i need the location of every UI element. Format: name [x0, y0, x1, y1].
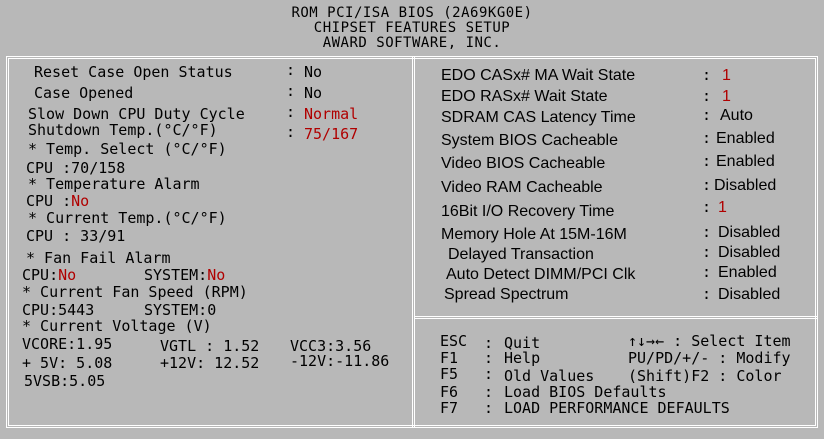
v5sb-value: 5VSB:5.05 [24, 372, 106, 390]
setting-label: Video BIOS Cacheable [441, 155, 606, 172]
vgtl-value: VGTL : 1.52 [160, 337, 260, 355]
bios-version-title: ROM PCI/ISA BIOS (2A69KG0E) [291, 5, 533, 21]
esc-key: ESC [440, 332, 468, 350]
setting-label: Spread Spectrum [444, 286, 569, 303]
fan-fail-cpu: CPU:No [22, 267, 76, 284]
current-temp-label: * Current Temp.(°C/°F) [28, 209, 227, 227]
setting-value-memory-hole[interactable]: Disabled [718, 224, 780, 241]
v12-value: +12V: 12.52 [160, 354, 260, 372]
setting-label: Auto Detect DIMM/PCI Clk [446, 266, 636, 283]
setting-value-system-bios[interactable]: Enabled [716, 130, 775, 147]
temp-alarm-cpu-prefix: CPU : [26, 192, 72, 210]
vcore-value: VCORE:1.95 [22, 335, 113, 353]
reset-case-value[interactable]: No [304, 64, 322, 81]
setting-value-io-recovery[interactable]: 1 [718, 199, 727, 216]
colon: : [702, 285, 712, 303]
setting-label: 16Bit I/O Recovery Time [441, 203, 615, 220]
setting-value-spread-spectrum[interactable]: Disabled [718, 286, 780, 303]
colon: : [702, 129, 712, 147]
colon: : [702, 223, 712, 241]
colon: : [702, 263, 712, 281]
vertical-divider [412, 56, 415, 428]
setting-label: EDO CASx# MA Wait State [441, 67, 636, 84]
color-hint: (Shift)F2 : Color [628, 367, 782, 385]
setting-label: SDRAM CAS Latency Time [441, 109, 636, 126]
temp-alarm-label: * Temperature Alarm [28, 175, 200, 193]
fan-fail-system: SYSTEM:No [144, 267, 225, 284]
case-opened-value: No [304, 84, 323, 102]
setting-value-video-ram[interactable]: Disabled [714, 177, 776, 194]
setting-label: EDO RASx# Wait State [441, 88, 608, 105]
current-temp-cpu: CPU : 33/91 [26, 227, 126, 245]
colon: : [286, 82, 296, 100]
colon: : [702, 152, 712, 170]
colon: : [702, 87, 712, 105]
vneg12-value: -12V:-11.86 [290, 352, 390, 370]
fan-fail-sys-value[interactable]: No [207, 266, 225, 284]
colon: : [286, 123, 296, 141]
temp-alarm-cpu: CPU :No [26, 193, 89, 210]
colon: : [286, 103, 296, 121]
fan-fail-cpu-value[interactable]: No [58, 266, 76, 284]
colon: : [702, 106, 712, 124]
shutdown-temp-value[interactable]: 75/167 [304, 126, 358, 143]
colon: : [702, 66, 712, 84]
setting-value-delayed-transaction[interactable]: Disabled [718, 244, 780, 261]
fan-fail-cpu-prefix: CPU: [22, 266, 59, 284]
setting-value-edo-ras[interactable]: 1 [722, 88, 731, 105]
setting-label: Delayed Transaction [448, 246, 594, 263]
bios-header: ROM PCI/ISA BIOS (2A69KG0E) CHIPSET FEAT… [0, 0, 824, 56]
colon: : [702, 176, 712, 194]
help-divider [415, 316, 818, 319]
fan-speed-label: * Current Fan Speed (RPM) [22, 283, 248, 301]
slow-down-value[interactable]: Normal [304, 106, 358, 123]
f7-key: F7 [440, 399, 459, 417]
colon: : [702, 243, 712, 261]
modify-hint: PU/PD/+/- : Modify [628, 349, 791, 367]
f5-key: F5 [440, 365, 459, 383]
setting-label: System BIOS Cacheable [441, 132, 618, 149]
temp-alarm-cpu-value[interactable]: No [71, 192, 89, 210]
setting-value-auto-detect[interactable]: Enabled [718, 264, 777, 281]
setting-value-sdram-cas[interactable]: Auto [720, 107, 753, 124]
reset-case-label: Reset Case Open Status [34, 63, 233, 81]
setting-label: Video RAM Cacheable [441, 179, 603, 196]
case-opened-label: Case Opened [34, 84, 134, 102]
shutdown-temp-label: Shutdown Temp.(°C/°F) [28, 121, 218, 139]
setting-label: Memory Hole At 15M-16M [441, 226, 627, 243]
colon: : [286, 61, 296, 79]
f1-desc: Help [504, 349, 541, 367]
setup-page-title: CHIPSET FEATURES SETUP [313, 20, 511, 36]
vendor-title: AWARD SOFTWARE, INC. [322, 35, 502, 51]
voltage-label: * Current Voltage (V) [22, 317, 212, 335]
colon: : [484, 399, 494, 417]
colon: : [702, 198, 712, 216]
setting-value-video-bios[interactable]: Enabled [716, 153, 775, 170]
select-item-hint: ↑↓→← : Select Item [628, 332, 791, 350]
v5-value: + 5V: 5.08 [22, 354, 113, 372]
f7-desc: LOAD PERFORMANCE DEFAULTS [504, 399, 730, 417]
colon: : [484, 365, 494, 383]
setting-value-edo-cas[interactable]: 1 [722, 67, 731, 84]
fan-fail-label: * Fan Fail Alarm [26, 249, 171, 267]
temp-select-label: * Temp. Select (°C/°F) [28, 140, 227, 158]
fan-fail-sys-prefix: SYSTEM: [144, 266, 208, 284]
